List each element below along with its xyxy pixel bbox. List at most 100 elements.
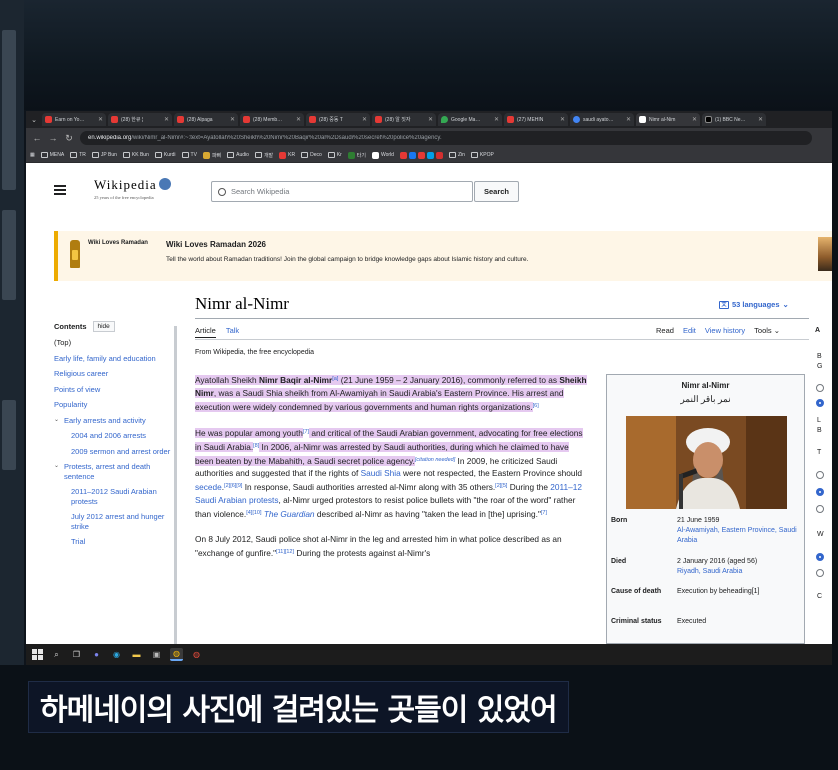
close-icon[interactable]: ✕ (164, 116, 169, 123)
browser-tab[interactable]: (28) 알 짓자 ✕ (372, 113, 436, 126)
browser-tab[interactable]: Google Ma… ✕ (438, 113, 502, 126)
url-field[interactable]: en.wikipedia.org/wiki/Nimr_al-Nimr#:~:te… (80, 131, 812, 145)
infobox-value-link[interactable]: Riyadh, Saudi Arabia (677, 568, 742, 575)
radio-button-selected[interactable] (816, 553, 824, 561)
tab-talk[interactable]: Talk (226, 326, 239, 338)
browser-tab[interactable]: (28) 한큐 ¦ ✕ (108, 113, 172, 126)
tab-view-history[interactable]: View history (705, 326, 745, 335)
tab-edit[interactable]: Edit (683, 326, 696, 335)
toc-subitem[interactable]: 2004 and 2006 arrests (54, 431, 172, 441)
wikipedia-logo[interactable]: Wikipedia 25 years of the free encyclope… (94, 176, 171, 200)
browser-tab[interactable]: saudi ayato… ✕ (570, 113, 634, 126)
search-button[interactable]: Search (474, 181, 519, 202)
radio-button[interactable] (816, 384, 824, 392)
bookmark-folder[interactable]: Kurdi (154, 152, 176, 158)
bookmark-folder[interactable]: KR (279, 151, 295, 159)
close-icon[interactable]: ✕ (758, 116, 763, 123)
reload-icon[interactable]: ↻ (64, 133, 74, 144)
chevron-down-icon[interactable]: ⌄ (54, 462, 61, 481)
browser-tab[interactable]: (28) 중동 T ✕ (306, 113, 370, 126)
toc-subitem[interactable]: July 2012 arrest and hunger strike (54, 512, 172, 531)
facebook-icon[interactable] (408, 151, 416, 159)
panel-link-fragment[interactable]: B (817, 427, 822, 434)
browser-tab[interactable]: (28) Memb… ✕ (240, 113, 304, 126)
close-icon[interactable]: ✕ (692, 116, 697, 123)
close-icon[interactable]: ✕ (230, 116, 235, 123)
youtube-icon[interactable] (399, 151, 407, 159)
browser-tab[interactable]: (28) Alpaga ✕ (174, 113, 238, 126)
bookmark-folder[interactable]: JP Bun (91, 152, 117, 158)
close-icon[interactable]: ✕ (362, 116, 367, 123)
toc-item[interactable]: Popularity (54, 400, 172, 410)
edge-icon[interactable]: ◉ (110, 648, 123, 661)
tools-menu[interactable]: Tools ⌄ (754, 326, 780, 335)
bookmark-folder[interactable]: TR (70, 152, 86, 158)
bookmark-folder[interactable]: TV (181, 152, 197, 158)
bookmark-folder[interactable]: KPOP (470, 152, 494, 158)
bookmark-folder[interactable]: Audio (227, 152, 249, 158)
close-icon[interactable]: ✕ (296, 116, 301, 123)
bookmark-folder[interactable]: Kr (327, 152, 342, 158)
toc-item[interactable]: Points of view (54, 385, 172, 395)
teams-icon[interactable]: ● (90, 648, 103, 661)
bookmark-folder[interactable]: MENA (40, 152, 64, 158)
radio-button-selected[interactable] (816, 399, 824, 407)
toc-item-expandable[interactable]: ⌄ Protests, arrest and death sentence (54, 462, 172, 481)
browser-tab[interactable]: Earn on Yo… ✕ (42, 113, 106, 126)
radio-button[interactable] (816, 505, 824, 513)
search-input[interactable]: Search Wikipedia (211, 181, 473, 202)
tab-search-icon[interactable]: ⌄ (28, 114, 40, 126)
chrome-profile-icon[interactable]: ◍ (190, 648, 203, 661)
task-view-icon[interactable]: ❐ (70, 648, 83, 661)
close-icon[interactable]: ✕ (494, 116, 499, 123)
close-icon[interactable]: ✕ (626, 116, 631, 123)
youtube-icon[interactable] (417, 151, 425, 159)
radio-button-selected[interactable] (816, 488, 824, 496)
browser-tab[interactable]: (27) MEHIN ✕ (504, 113, 568, 126)
banner-title[interactable]: Wiki Loves Ramadan 2026 (166, 240, 266, 249)
file-explorer-icon[interactable]: ▬ (130, 648, 143, 661)
tab-article[interactable]: Article (195, 326, 216, 338)
chevron-down-icon[interactable]: ⌄ (54, 416, 61, 426)
toc-item[interactable]: Religious career (54, 369, 172, 379)
forward-icon[interactable]: → (48, 133, 58, 143)
radio-button[interactable] (816, 569, 824, 577)
windows-start-icon[interactable] (32, 649, 43, 660)
portrait-photo[interactable] (626, 416, 787, 509)
toc-scrollbar[interactable] (174, 326, 177, 644)
bookmark-folder[interactable]: 타기 (347, 151, 366, 159)
close-icon[interactable]: ✕ (428, 116, 433, 123)
toc-subitem[interactable]: Trial (54, 537, 172, 547)
toc-item-expandable[interactable]: ⌄ Early arrests and activity (54, 416, 172, 426)
infobox-value-link[interactable]: Al-Awamiyah, Eastern Province, Saudi Ara… (677, 527, 797, 544)
toc-hide-button[interactable]: hide (92, 321, 115, 332)
close-icon[interactable]: ✕ (98, 116, 103, 123)
bookmark-favicon[interactable] (426, 151, 434, 159)
toc-item[interactable]: Early life, family and education (54, 354, 172, 364)
toc-item-top[interactable]: (Top) (54, 338, 172, 348)
chrome-icon[interactable]: ◍ (170, 648, 183, 661)
bookmark-folder[interactable]: KK Bun (122, 152, 149, 158)
bookmark-favicon[interactable] (435, 151, 443, 159)
toc-subitem[interactable]: 2009 sermon and arrest order (54, 447, 172, 457)
main-menu-icon[interactable] (54, 185, 66, 197)
bookmark-folder[interactable]: 파삐 (202, 151, 221, 159)
bookmark-folder[interactable]: Deco (301, 152, 322, 158)
browser-tab-active[interactable]: Nimr al-Nim ✕ (636, 113, 700, 126)
languages-button[interactable]: 文 53 languages ⌄ (719, 300, 789, 309)
store-icon[interactable]: ▣ (150, 648, 163, 661)
radio-button[interactable] (816, 471, 824, 479)
bookmark-folder[interactable]: 개발 (254, 152, 273, 159)
tab-read[interactable]: Read (656, 326, 674, 335)
panel-link-fragment[interactable]: L (817, 417, 821, 424)
bookmark-folder[interactable]: World (371, 151, 394, 159)
apps-icon[interactable]: ▦ (30, 152, 35, 158)
infobox-value-link[interactable]: Execution by beheading[1] (677, 587, 801, 597)
toc-subitem[interactable]: 2011–2012 Saudi Arabian protests (54, 487, 172, 506)
search-icon[interactable]: ⌕ (50, 648, 63, 661)
close-icon[interactable]: ✕ (560, 116, 565, 123)
browser-tab[interactable]: (1) BBC Ne… ✕ (702, 113, 766, 126)
bookmark-folder[interactable]: Zin (448, 152, 465, 158)
infobox-value-link[interactable]: Executed (677, 617, 801, 627)
back-icon[interactable]: ← (32, 133, 42, 143)
